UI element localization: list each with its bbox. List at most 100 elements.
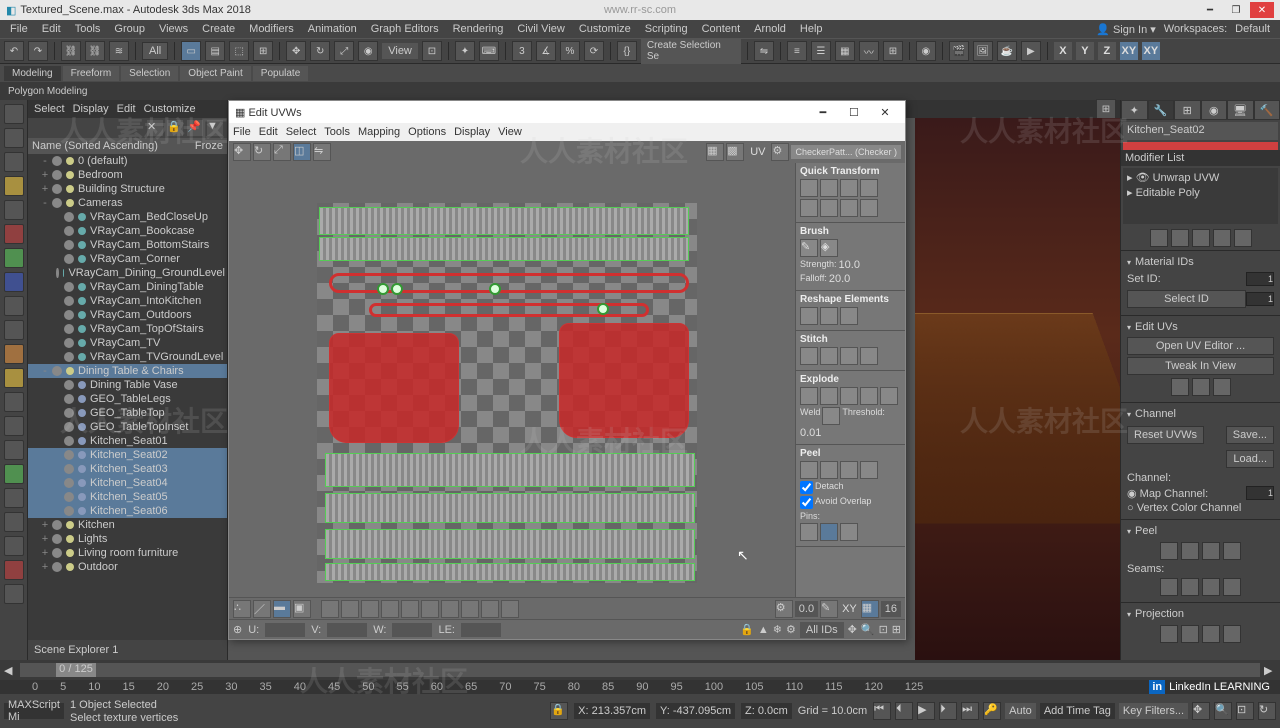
explode-icon[interactable]	[860, 387, 878, 405]
z-constraint[interactable]: Z	[1098, 42, 1116, 60]
menu-graph-editors[interactable]: Graph Editors	[365, 21, 445, 37]
stack-icon[interactable]	[1234, 229, 1252, 247]
perspective-viewport[interactable]	[915, 118, 1120, 660]
scene-hdr-display[interactable]: Display	[73, 103, 109, 115]
select-name-button[interactable]: ▤	[205, 41, 225, 61]
edit-uvs-header[interactable]: Edit UVs	[1127, 319, 1274, 335]
stitch-icon[interactable]	[800, 347, 818, 365]
tree-row[interactable]: +Lights	[28, 532, 227, 546]
schematic-button[interactable]: ⊞	[883, 41, 903, 61]
maximize-button[interactable]: ❐	[1224, 2, 1248, 18]
track-bar[interactable]: 0510152025303540455055606570758085909510…	[0, 680, 1280, 694]
signin-button[interactable]: 👤 Sign In ▾	[1096, 23, 1156, 36]
tool-icon[interactable]	[4, 392, 24, 412]
unlink-button[interactable]: ⛓	[85, 41, 105, 61]
x-coord[interactable]: X: 213.357cm	[574, 703, 650, 719]
tool-icon[interactable]	[4, 584, 24, 604]
uv-pin-icon[interactable]	[489, 283, 501, 295]
ribbon-tab-selection[interactable]: Selection	[121, 66, 178, 81]
select-object-button[interactable]: ▭	[181, 41, 201, 61]
material-editor-button[interactable]: ◉	[916, 41, 936, 61]
snap-toggle[interactable]: 3	[512, 41, 532, 61]
time-slider-thumb[interactable]: 0 / 125	[56, 663, 96, 677]
play-button[interactable]: ▶	[917, 702, 935, 720]
tool-icon[interactable]	[4, 344, 24, 364]
stitch-icon[interactable]	[820, 347, 838, 365]
keyboard-button[interactable]: ⌨	[479, 41, 499, 61]
tree-row[interactable]: Kitchen_Seat03	[28, 462, 227, 476]
stack-icon[interactable]	[1213, 229, 1231, 247]
uv-menu-edit[interactable]: Edit	[259, 126, 278, 138]
tree-row[interactable]: VRayCam_TVGroundLevel	[28, 350, 227, 364]
menu-views[interactable]: Views	[153, 21, 194, 37]
tree-row[interactable]: GEO_TableTop	[28, 406, 227, 420]
render-setup-button[interactable]: 🎬	[949, 41, 969, 61]
tool-icon[interactable]	[4, 320, 24, 340]
selectid-input[interactable]	[1246, 292, 1274, 306]
tree-row[interactable]: VRayCam_Corner	[28, 252, 227, 266]
tree-header-col[interactable]: Froze	[195, 140, 223, 152]
filter-icon[interactable]: ▼	[207, 120, 223, 136]
qt-icon[interactable]	[820, 179, 838, 197]
nav-icon[interactable]: ↻	[1258, 702, 1276, 720]
uv-mirror-button[interactable]: ⇋	[313, 143, 331, 161]
uv-lock-icon[interactable]: 🔒	[740, 623, 754, 636]
tool-icon[interactable]	[4, 488, 24, 508]
uv-xy-label[interactable]: XY	[842, 603, 857, 615]
tool-icon[interactable]	[4, 248, 24, 268]
tree-row[interactable]: -0 (default)	[28, 154, 227, 168]
strength-value[interactable]: 10.0	[839, 259, 860, 271]
uv-tool-icon[interactable]	[361, 600, 379, 618]
quick-transform-header[interactable]: Quick Transform	[800, 166, 901, 177]
angle-snap[interactable]: ∡	[536, 41, 556, 61]
ribbon-sub[interactable]: Polygon Modeling	[0, 82, 1280, 100]
object-color-swatch[interactable]	[1123, 142, 1278, 150]
tool-icon[interactable]	[4, 104, 24, 124]
tool-icon[interactable]	[4, 200, 24, 220]
peel-icon[interactable]	[840, 461, 858, 479]
tree-row[interactable]: Kitchen_Seat04	[28, 476, 227, 490]
weld-icon[interactable]	[822, 407, 840, 425]
selectid-button[interactable]: Select ID	[1127, 290, 1246, 308]
brush-header[interactable]: Brush	[800, 226, 901, 237]
tree-header-name[interactable]: Name (Sorted Ascending)	[32, 140, 158, 152]
stitch-icon[interactable]	[860, 347, 878, 365]
ribbon-tab-modeling[interactable]: Modeling	[4, 66, 61, 81]
named-sel-dropdown[interactable]: Create Selection Se	[641, 38, 741, 64]
redo-button[interactable]: ↷	[28, 41, 48, 61]
explode-icon[interactable]	[820, 387, 838, 405]
menu-content[interactable]: Content	[696, 21, 747, 37]
seam-icon[interactable]	[1181, 578, 1199, 596]
pin-icon[interactable]	[820, 523, 838, 541]
tool-icon[interactable]	[4, 272, 24, 292]
uv-sub-vertex[interactable]: ∴	[233, 600, 251, 618]
motion-tab[interactable]: ◉	[1201, 100, 1228, 120]
proj-icon[interactable]	[1202, 625, 1220, 643]
scale-button[interactable]: ⤢	[334, 41, 354, 61]
modify-tab[interactable]: 🔧	[1148, 100, 1175, 120]
reshape-icon[interactable]	[840, 307, 858, 325]
reshape-icon[interactable]	[800, 307, 818, 325]
link-button[interactable]: ⛓	[61, 41, 81, 61]
ribbon-tab-object paint[interactable]: Object Paint	[180, 66, 250, 81]
uv-tool-icon[interactable]	[421, 600, 439, 618]
render-frame-button[interactable]: 🖼	[973, 41, 993, 61]
uv-scale-button[interactable]: ⤢	[273, 143, 291, 161]
proj-icon[interactable]	[1223, 625, 1241, 643]
scene-hdr-select[interactable]: Select	[34, 103, 65, 115]
setid-input[interactable]	[1246, 272, 1274, 286]
uv-ids-dropdown[interactable]: All IDs	[800, 622, 844, 638]
menu-create[interactable]: Create	[196, 21, 241, 37]
tool-icon[interactable]	[4, 440, 24, 460]
uv-menu-view[interactable]: View	[498, 126, 522, 138]
stitch-header[interactable]: Stitch	[800, 334, 901, 345]
menu-modifiers[interactable]: Modifiers	[243, 21, 300, 37]
uv-menu-options[interactable]: Options	[408, 126, 446, 138]
threshold-value[interactable]: 0.01	[800, 427, 821, 439]
curve-editor-button[interactable]: 〰	[859, 41, 879, 61]
menu-group[interactable]: Group	[108, 21, 151, 37]
qt-icon[interactable]	[840, 199, 858, 217]
display-tab[interactable]: 🖥	[1227, 100, 1254, 120]
tree-row[interactable]: GEO_TableLegs	[28, 392, 227, 406]
xy-constraint[interactable]: XY	[1120, 42, 1138, 60]
